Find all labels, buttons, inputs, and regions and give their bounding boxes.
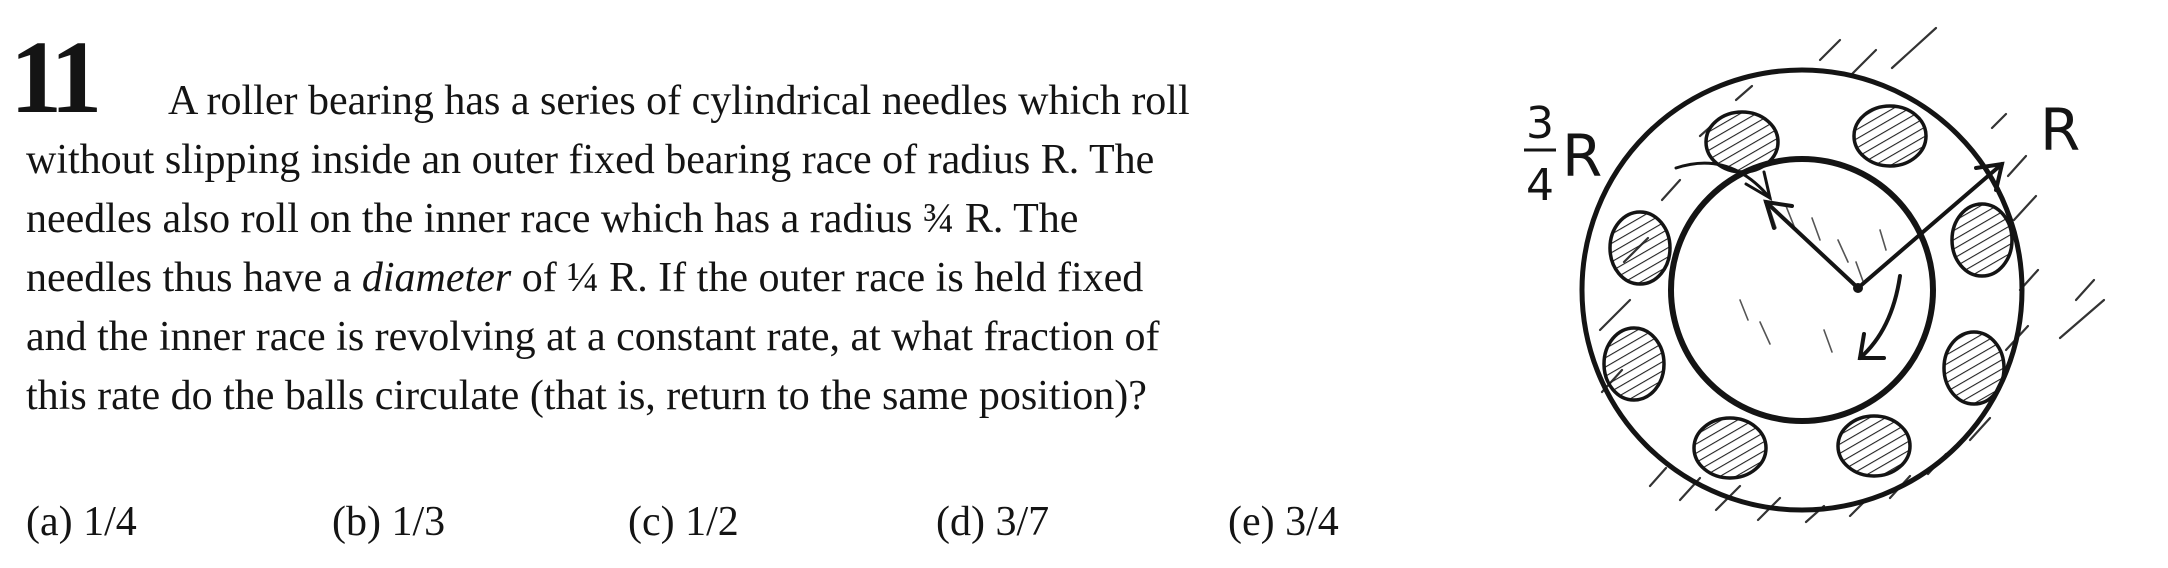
problem-line-3: needles also roll on the inner race whic… (26, 196, 1079, 242)
choice-b[interactable]: (b) 1/3 (332, 498, 445, 546)
inner-radius-line (1764, 200, 1860, 290)
needle-4 (1950, 202, 2014, 278)
inner-radius-fraction-denominator: 4 (1526, 160, 1554, 211)
line-4-suffix: If the outer race is held fixed (658, 255, 1144, 301)
choice-e[interactable]: (e) 3/4 (1228, 498, 1339, 546)
outer-radius-label: R (2040, 96, 2080, 164)
answer-choices: (a) 1/4 (b) 1/3 (c) 1/2 (d) 3/7 (e) 3/4 (0, 498, 1420, 558)
line-4-prefix: needles thus have a (26, 255, 362, 301)
needle-2 (1852, 104, 1928, 168)
needle-7 (1692, 416, 1768, 480)
needle-5 (1602, 326, 1666, 402)
line-4-middle: of ¼ R. (511, 255, 659, 301)
rotation-arrow (1857, 274, 1902, 360)
diameter-emphasis: diameter (361, 255, 512, 301)
roller-bearing-figure: 3 4 R R (1524, 26, 2106, 524)
outer-race (1579, 67, 2025, 513)
problem-line-5: and the inner race is revolving at a con… (26, 314, 1160, 360)
choice-d[interactable]: (d) 3/7 (936, 498, 1049, 546)
problem-line-2: without slipping inside an outer fixed b… (26, 137, 1155, 183)
inner-race (1668, 156, 1936, 424)
center-point (1853, 283, 1863, 293)
problem-line-4: needles thus have a diameter of ¼ R. If … (26, 249, 1416, 308)
choice-a[interactable]: (a) 1/4 (26, 498, 137, 546)
problem-line-1: A roller bearing has a series of cylindr… (168, 78, 1190, 124)
inner-radius-fraction-numerator: 3 (1526, 98, 1554, 149)
needle-3 (1608, 210, 1672, 286)
problem-statement: A roller bearing has a series of cylindr… (26, 72, 1416, 426)
problem-line-6: this rate do the balls circulate (that i… (26, 373, 1147, 419)
needle-6 (1942, 330, 2006, 406)
choice-c[interactable]: (c) 1/2 (628, 498, 739, 546)
needle-8 (1836, 414, 1912, 478)
inner-radius-label: R (1562, 122, 1602, 190)
inner-race-hatch (1739, 205, 1887, 353)
